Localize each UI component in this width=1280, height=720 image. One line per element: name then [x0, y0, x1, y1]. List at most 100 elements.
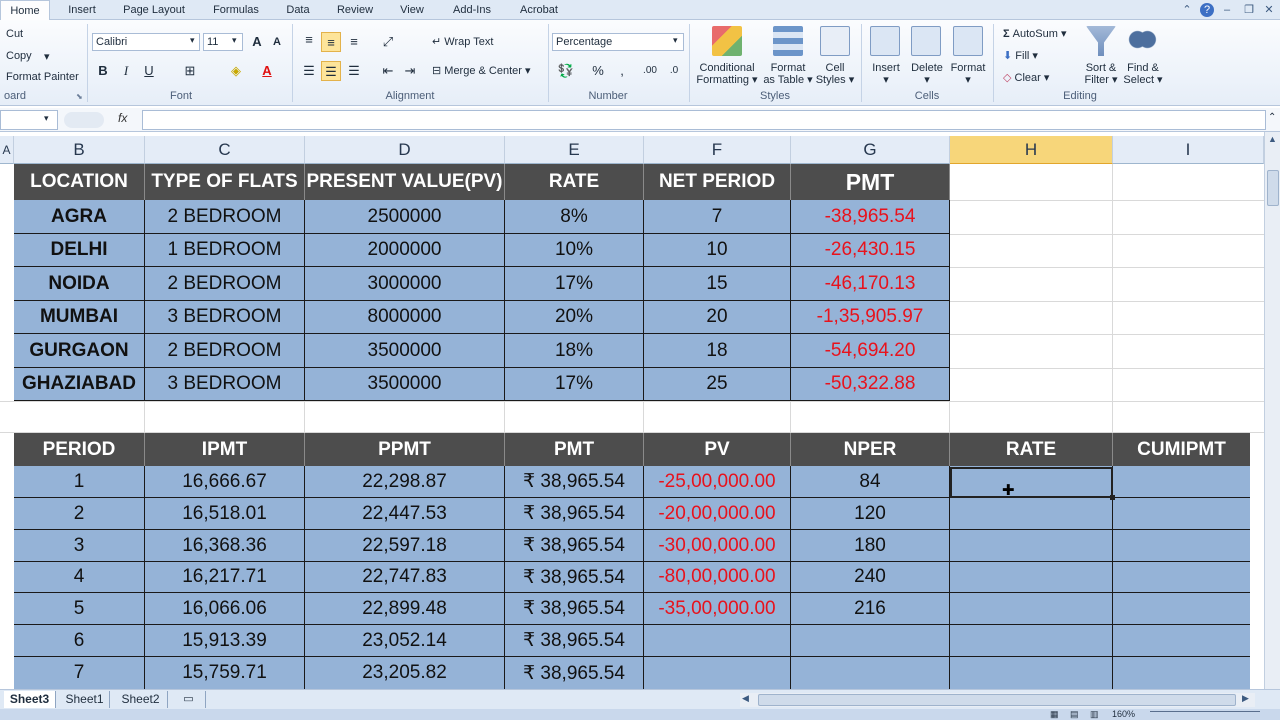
vertical-scrollbar[interactable]: ▲	[1264, 132, 1280, 692]
copy-dropdown-icon[interactable]: ▾	[44, 50, 50, 63]
align-center-icon[interactable]: ☰	[321, 61, 341, 81]
cell-flat-type[interactable]: 3 BEDROOM	[145, 368, 305, 400]
vertical-scroll-thumb[interactable]	[1267, 170, 1279, 206]
cell-pmt[interactable]: -26,430.15	[791, 234, 950, 266]
cell-rate[interactable]	[950, 562, 1113, 592]
align-right-icon[interactable]: ☰	[344, 61, 364, 81]
accounting-format-icon[interactable]: 💱	[556, 61, 576, 81]
minimize-icon[interactable]: –	[1220, 3, 1234, 17]
cell-present-value[interactable]: 2500000	[305, 200, 505, 233]
cell-cumipmt[interactable]	[1113, 657, 1250, 689]
zoom-level[interactable]: 160%	[1112, 709, 1135, 720]
decrease-indent-icon[interactable]: ⇤	[378, 61, 398, 81]
font-size-select[interactable]: 11	[203, 33, 243, 51]
cell-nper[interactable]: 120	[791, 498, 950, 529]
cell-ppmt[interactable]: 22,899.48	[305, 593, 505, 624]
tab-add-ins[interactable]: Add-Ins	[444, 0, 500, 20]
name-box[interactable]	[0, 110, 58, 130]
header-present-value[interactable]: PRESENT VALUE(PV)	[305, 164, 505, 200]
formula-bar-divider[interactable]	[64, 112, 104, 128]
cell-ipmt[interactable]: 16,217.71	[145, 562, 305, 592]
tab-review[interactable]: Review	[330, 0, 380, 20]
insert-sheet-icon[interactable]: ▭	[172, 691, 206, 708]
tab-view[interactable]: View	[392, 0, 432, 20]
tab-acrobat[interactable]: Acrobat	[512, 0, 566, 20]
cell-styles-icon[interactable]	[820, 26, 850, 56]
cell-styles-button[interactable]: Cell Styles ▾	[812, 62, 858, 86]
number-format-dropdown-icon[interactable]: ▾	[673, 35, 678, 46]
cell-cumipmt[interactable]	[1113, 593, 1250, 624]
cell-present-value[interactable]: 3500000	[305, 368, 505, 400]
tab-home[interactable]: Home	[0, 0, 50, 21]
cell-location[interactable]: AGRA	[14, 200, 145, 233]
cell-rate[interactable]: 20%	[505, 301, 644, 333]
cell-nper[interactable]: 84	[791, 466, 950, 497]
cell-nper[interactable]	[791, 625, 950, 656]
column-header-e[interactable]: E	[505, 136, 644, 164]
cell-location[interactable]: DELHI	[14, 234, 145, 266]
merge-center-button[interactable]: ⊟ Merge & Center ▾	[432, 64, 531, 77]
format-as-table-button[interactable]: Format as Table ▾	[760, 62, 816, 86]
cell-period[interactable]: 5	[14, 593, 145, 624]
orientation-icon[interactable]: ⤢	[378, 32, 398, 52]
cell-nper[interactable]: 180	[791, 530, 950, 561]
cell-flat-type[interactable]: 2 BEDROOM	[145, 200, 305, 233]
horizontal-scroll-thumb[interactable]	[758, 694, 1236, 706]
cell-ipmt[interactable]: 16,066.06	[145, 593, 305, 624]
find-select-icon[interactable]	[1127, 26, 1157, 56]
cell-ppmt[interactable]: 22,447.53	[305, 498, 505, 529]
cell-net-period[interactable]: 25	[644, 368, 791, 400]
cell-cumipmt[interactable]	[1113, 562, 1250, 592]
column-header-i[interactable]: I	[1113, 136, 1264, 164]
cell-net-period[interactable]: 18	[644, 334, 791, 367]
header-pmt[interactable]: PMT	[505, 433, 644, 466]
cell-nper[interactable]	[791, 657, 950, 689]
sheet-tab-sheet3[interactable]: Sheet3	[4, 691, 56, 708]
cell-pmt[interactable]: ₹ 38,965.54	[505, 530, 644, 561]
cell-pmt[interactable]: -38,965.54	[791, 200, 950, 233]
cell-ppmt[interactable]: 22,298.87	[305, 466, 505, 497]
cell-pv[interactable]	[644, 625, 791, 656]
help-icon[interactable]: ?	[1200, 3, 1214, 17]
cell-net-period[interactable]: 10	[644, 234, 791, 266]
header-rate[interactable]: RATE	[505, 164, 644, 200]
borders-icon[interactable]: ⊞	[180, 61, 200, 81]
cell-rate[interactable]: 18%	[505, 334, 644, 367]
header-rate[interactable]: RATE	[950, 433, 1113, 466]
increase-decimal-icon[interactable]: .00	[640, 61, 660, 81]
find-select-button[interactable]: Find & Select ▾	[1120, 62, 1166, 86]
percent-style-icon[interactable]: %	[588, 61, 608, 81]
cell-ppmt[interactable]: 23,205.82	[305, 657, 505, 689]
fill-color-icon[interactable]: ◈	[226, 61, 246, 81]
cell-present-value[interactable]: 3500000	[305, 334, 505, 367]
cell-pmt[interactable]: -50,322.88	[791, 368, 950, 400]
cell-rate[interactable]: 8%	[505, 200, 644, 233]
cell-pv[interactable]: -35,00,000.00	[644, 593, 791, 624]
format-cells-icon[interactable]	[953, 26, 983, 56]
cell-pmt[interactable]: -46,170.13	[791, 267, 950, 300]
cell-rate[interactable]	[950, 657, 1113, 689]
cell-pv[interactable]: -25,00,000.00	[644, 466, 791, 497]
tab-data[interactable]: Data	[278, 0, 318, 20]
cut-button[interactable]: Cut	[6, 28, 23, 40]
cell-pv[interactable]	[644, 657, 791, 689]
cell-cumipmt[interactable]	[1113, 530, 1250, 561]
close-icon[interactable]: ✕	[1262, 3, 1276, 17]
cell-flat-type[interactable]: 1 BEDROOM	[145, 234, 305, 266]
cell-period[interactable]: 1	[14, 466, 145, 497]
column-header-g[interactable]: G	[791, 136, 950, 164]
format-painter-button[interactable]: Format Painter	[6, 71, 79, 83]
header-location[interactable]: LOCATION	[14, 164, 145, 200]
cell-period[interactable]: 3	[14, 530, 145, 561]
header-ppmt[interactable]: PPMT	[305, 433, 505, 466]
header-type-of-flats[interactable]: TYPE OF FLATS	[145, 164, 305, 200]
cell-ipmt[interactable]: 16,518.01	[145, 498, 305, 529]
delete-cells-icon[interactable]	[911, 26, 941, 56]
cell-rate[interactable]: 17%	[505, 368, 644, 400]
sort-filter-button[interactable]: Sort & Filter ▾	[1080, 62, 1122, 86]
increase-indent-icon[interactable]: ⇥	[400, 61, 420, 81]
cell-pmt[interactable]: -1,35,905.97	[791, 301, 950, 333]
autosum-button[interactable]: Σ AutoSum ▾	[1003, 27, 1067, 40]
header-pmt[interactable]: PMT	[791, 164, 950, 200]
grow-font-icon[interactable]: A	[247, 32, 267, 52]
